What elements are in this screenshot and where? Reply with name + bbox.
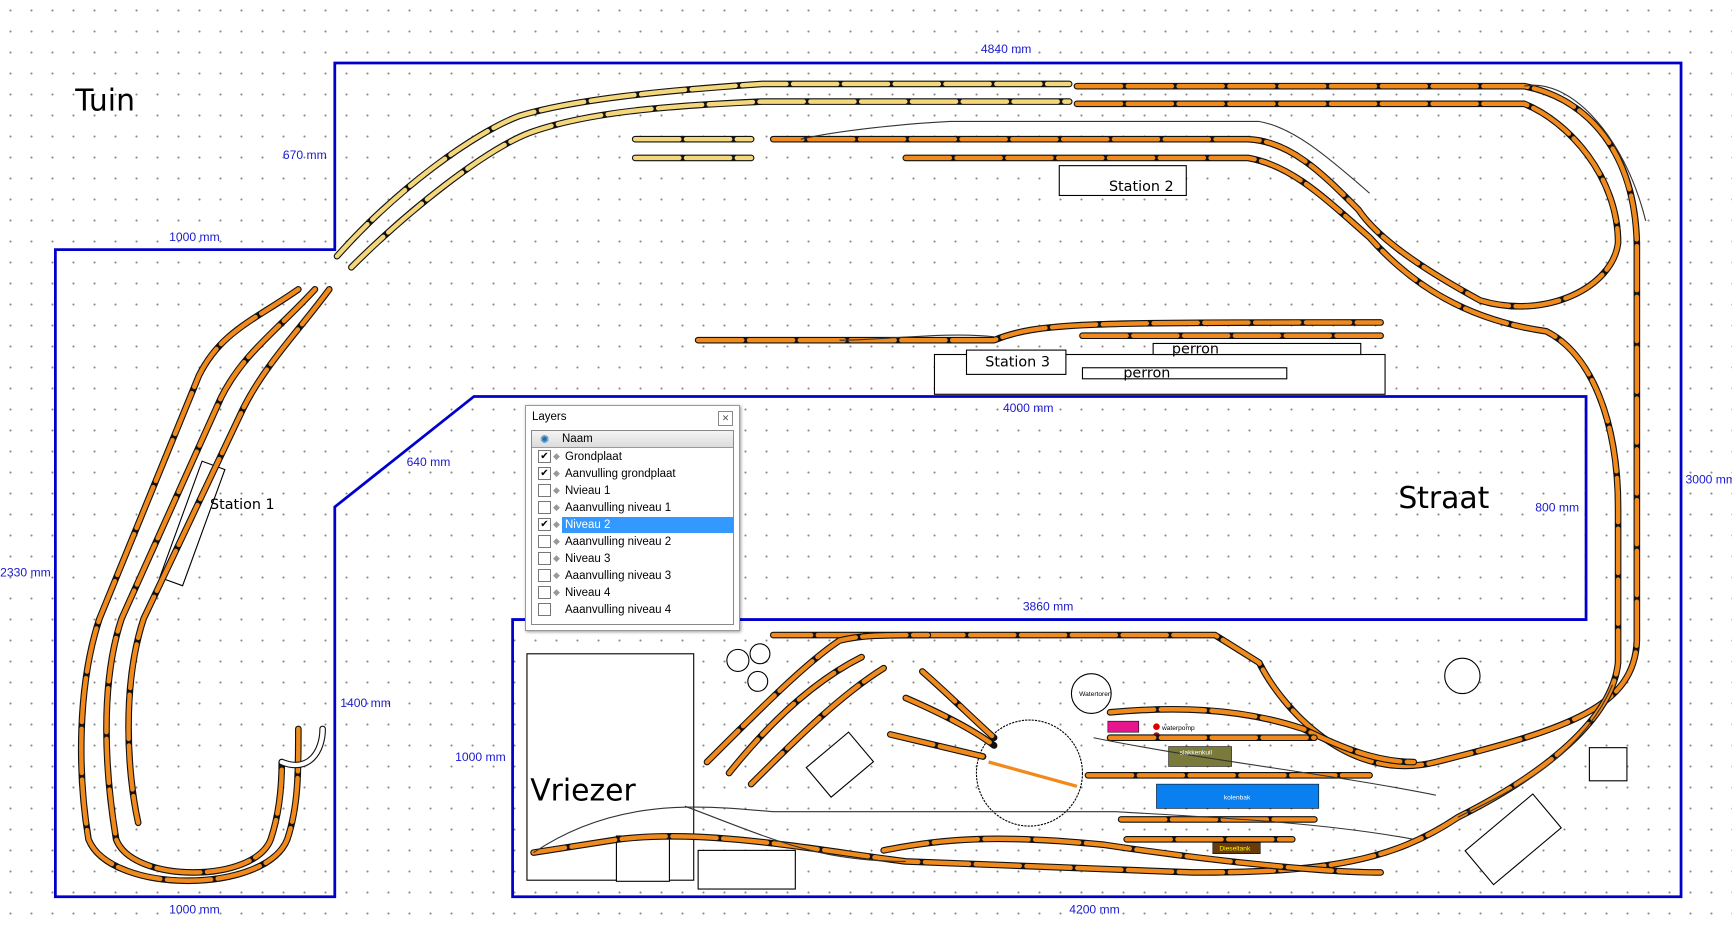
layer-name: Nvieau 1 [565,484,611,497]
dim-step-top: 670 mm [283,148,327,162]
layer-checkbox[interactable] [538,603,551,616]
track-outline [278,725,326,769]
perron-2 [1081,367,1288,380]
layer-checkbox[interactable]: ✔ [538,450,551,463]
track[interactable] [771,83,1640,769]
layer-row[interactable]: ◆ Aaanvulling niveau 1 [532,499,733,516]
dim-diagonal: 640 mm [407,455,451,469]
layer-dot-icon: ◆ [553,536,560,546]
small-box-3 [1588,747,1628,782]
dim-inner-left: 1400 mm [340,696,391,710]
layer-name: Niveau 3 [565,552,611,565]
area-garden: Tuin [74,83,135,118]
layer-dot-icon: ◆ [553,451,560,461]
track-outline [769,100,1622,310]
layer-dot-icon: ◆ [553,485,560,495]
layer-row[interactable]: ◆ Niveau 4 [532,584,733,601]
layer-checkbox[interactable] [538,552,551,565]
layer-row[interactable]: ◆ Aaanvulling niveau 2 [532,533,733,550]
small-box-2 [697,849,796,890]
track[interactable] [771,101,1621,309]
small-box-1 [615,835,670,882]
layer-dot-icon: ◆ [553,519,560,529]
layers-column-header[interactable]: ✺ Naam [532,431,733,448]
layer-name: Aanvulling grondplaat [565,467,676,480]
track-outline [333,80,1073,260]
layer-checkbox[interactable]: ✔ [538,518,551,531]
perron-2-label: perron [1123,366,1170,382]
layer-name: Aaanvulling niveau 2 [565,535,672,548]
track[interactable] [920,669,997,740]
ash-pit-label: slakkenkuil [1180,749,1213,756]
shed-1 [805,731,875,798]
track[interactable] [334,81,1072,259]
diesel-label: Dieseltank [1219,845,1251,852]
layer-name: Aaanvulling niveau 1 [565,501,672,514]
layer-name: Grondplaat [565,450,622,463]
layer-checkbox[interactable] [538,501,551,514]
area-freezer: Vriezer [530,774,636,809]
dim-street-right: 800 mm [1535,500,1579,514]
layer-dot-icon: ◆ [553,587,560,597]
layer-dot-icon: ◆ [553,502,560,512]
dim-freezer: 1000 mm [455,750,506,764]
layer-row[interactable]: ◆ Aaanvulling niveau 3 [532,567,733,584]
station-3-label: Station 3 [985,355,1050,371]
layer-row[interactable]: Aaanvulling niveau 4 [532,601,733,618]
layer-checkbox[interactable]: ✔ [538,467,551,480]
column-name: Naam [562,433,593,445]
area-street: Straat [1398,481,1489,516]
tank-4 [1444,657,1481,695]
track[interactable] [79,287,301,883]
close-icon[interactable]: ✕ [718,411,733,426]
layers-panel[interactable]: Layers ✕ ✺ Naam ✔ ◆ Grondplaat ✔ ◆ Aanvulling… [525,405,740,631]
station-1-label: Station 1 [210,497,275,513]
layer-row[interactable]: ◆ Niveau 3 [532,550,733,567]
dim-street-bottom: 3860 mm [1023,600,1074,614]
layer-row[interactable]: ✔ ◆ Niveau 2 [532,516,733,533]
layer-row[interactable]: ◆ Nvieau 1 [532,482,733,499]
layer-name: Aaanvulling niveau 4 [565,603,672,616]
layers-panel-title: Layers [532,411,567,423]
layer-name: Aaanvulling niveau 3 [565,569,672,582]
eye-icon: ✺ [540,433,550,446]
dim-top: 4840 mm [981,42,1032,56]
layer-row[interactable]: ✔ ◆ Aanvulling grondplaat [532,465,733,482]
layer-checkbox[interactable] [538,586,551,599]
track[interactable] [349,99,1072,270]
layer-checkbox[interactable] [538,484,551,497]
layer-dot-icon: ◆ [553,468,560,478]
dim-right: 3000 mm [1685,473,1732,487]
track-outline [348,98,1073,271]
layer-checkbox[interactable] [538,569,551,582]
tank-3 [747,670,769,692]
dim-left-height: 2330 mm [0,565,51,579]
tank-2 [749,643,771,665]
station-2-label: Station 2 [1109,179,1174,195]
dim-bottom: 4200 mm [1069,902,1120,916]
water-tower-label: Watertoren [1079,691,1112,698]
perron-1-label: perron [1172,341,1219,357]
tank-1 [726,648,750,673]
dim-street-top: 4000 mm [1003,401,1054,415]
coal-bunker-label: kolenbak [1224,795,1251,802]
layer-checkbox[interactable] [538,535,551,548]
water-pump-icon [1153,723,1160,731]
dim-left-bottom: 1000 mm [169,902,220,916]
layers-list[interactable]: ✺ Naam ✔ ◆ Grondplaat ✔ ◆ Aanvulling grondpla… [531,430,734,625]
layer-dot-icon: ◆ [553,553,560,563]
pink-building [1107,720,1140,733]
layer-dot-icon: ◆ [553,570,560,580]
dim-left-top: 1000 mm [169,230,220,244]
layer-row[interactable]: ✔ ◆ Grondplaat [532,448,733,465]
track-outline [769,82,1641,770]
layer-name: Niveau 4 [565,586,611,599]
water-pump-label: waterpomp [1161,725,1195,732]
layer-name: Niveau 2 [562,516,733,533]
track-plan[interactable]: 4840 mm 670 mm 1000 mm 2330 mm 1400 mm 1… [0,0,1732,931]
